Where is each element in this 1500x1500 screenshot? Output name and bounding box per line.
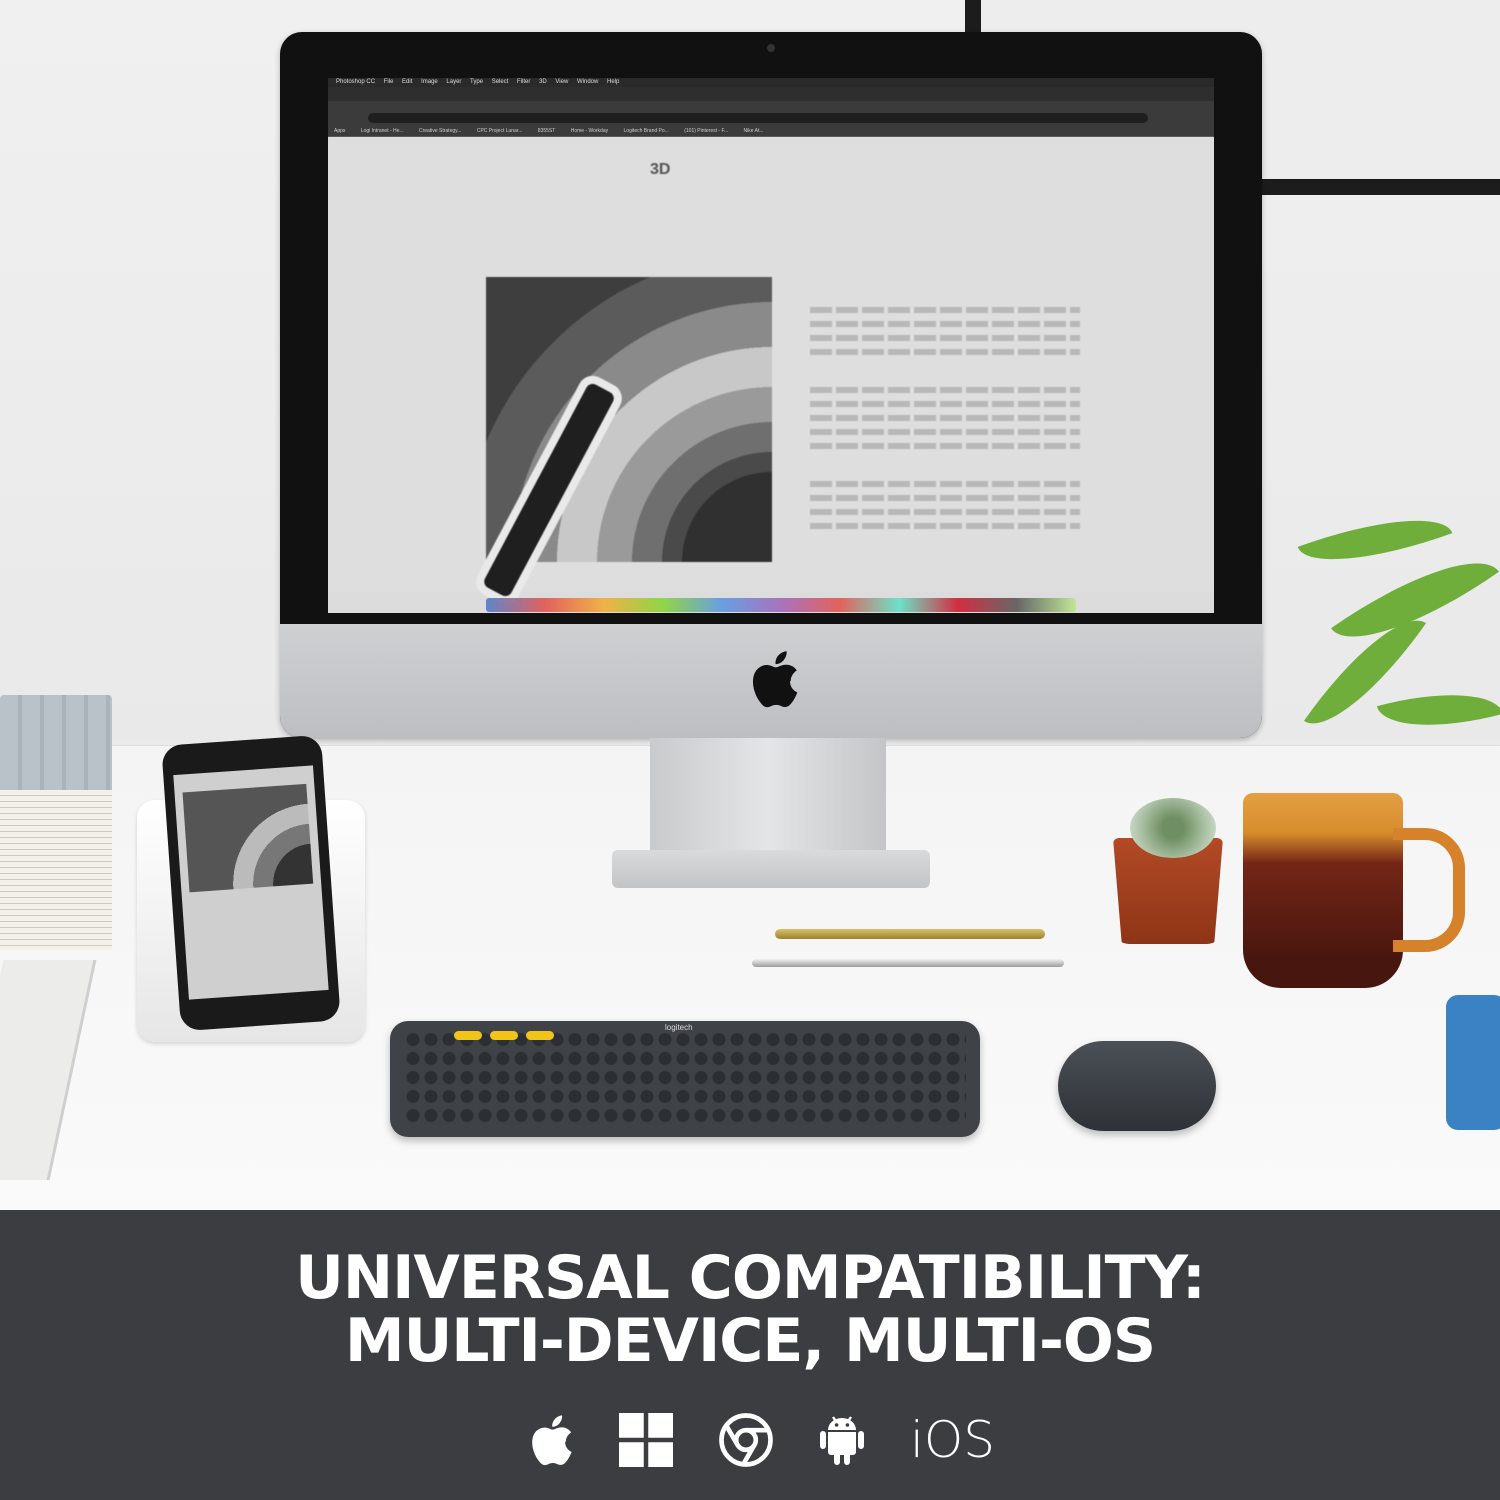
easy-switch-key	[526, 1031, 554, 1040]
browser-tabbar	[328, 87, 1214, 101]
bookmark: Logi Intranet - He...	[360, 128, 404, 134]
menubar-item: View	[555, 79, 569, 85]
phone-screen	[173, 765, 329, 1000]
windows-icon	[619, 1413, 674, 1467]
pencil-cup	[0, 695, 112, 805]
imac-stand	[650, 738, 886, 858]
menubar-item: Help	[607, 79, 620, 85]
text-line	[810, 509, 1080, 515]
smartphone	[161, 734, 341, 1032]
menubar-item: 3D	[539, 79, 547, 85]
smartwatch	[1446, 995, 1500, 1130]
menubar-item: Type	[470, 79, 484, 85]
menubar-item: Image	[421, 79, 438, 85]
page-heading: 3D	[650, 161, 671, 178]
text-line	[810, 335, 1080, 341]
glass-mug	[1243, 793, 1403, 988]
text-line	[810, 321, 1080, 327]
bookmark: Home - Workday	[570, 128, 609, 134]
text-line	[810, 415, 1080, 421]
bookmark: Nike At...	[743, 128, 764, 134]
text-line	[810, 443, 1080, 449]
bookmark: Logitech Brand Po...	[623, 128, 669, 134]
ballpoint-pen	[752, 959, 1064, 967]
bookmark: CPC Project Lunar...	[476, 128, 523, 134]
text-line	[810, 349, 1080, 355]
easy-switch-key	[454, 1031, 482, 1040]
headline-line-1: UNIVERSAL COMPATIBILITY:	[295, 1243, 1206, 1313]
easy-switch-key	[490, 1031, 518, 1040]
plant-leaf	[1376, 675, 1500, 745]
text-line	[810, 429, 1080, 435]
bookmark: (101) Pinterest - F...	[684, 128, 729, 134]
mac-dock	[486, 598, 1076, 612]
browser-urlbar	[368, 113, 1148, 123]
banner-headline: UNIVERSAL COMPATIBILITY: MULTI-DEVICE, M…	[0, 1247, 1500, 1373]
menubar-item: Select	[491, 79, 509, 85]
screen-menubar: Photoshop CC File Edit Image Layer Type …	[328, 78, 1214, 87]
android-icon	[819, 1416, 864, 1465]
text-line	[810, 495, 1080, 501]
imac-stand-foot	[612, 850, 930, 888]
phone-screen-image	[182, 783, 314, 893]
bookmark: Creative Strategy...	[419, 128, 462, 134]
web-page: 3D	[328, 137, 1214, 610]
hero-image	[470, 277, 772, 610]
menubar-item: File	[383, 79, 394, 85]
menubar-item: Window	[576, 79, 599, 85]
webcam	[767, 44, 775, 52]
fountain-pen	[775, 929, 1045, 939]
text-line	[810, 481, 1080, 487]
cactus	[1130, 798, 1216, 858]
text-line	[810, 401, 1080, 407]
browser-chrome: Apps Logi Intranet - He... Creative Stra…	[328, 87, 1214, 137]
text-line	[810, 523, 1080, 529]
hero-image-shape	[470, 370, 628, 610]
keyboard-keys	[404, 1030, 966, 1128]
keyboard-brand: logitech	[665, 1023, 693, 1032]
menubar-item: Photoshop CC	[336, 79, 376, 85]
bookmark: Apps	[334, 128, 346, 134]
headline-line-2: MULTI-DEVICE, MULTI-OS	[344, 1306, 1156, 1376]
chrome-icon	[718, 1413, 773, 1467]
bookmark: 8355ST	[537, 128, 556, 134]
text-line	[810, 307, 1080, 313]
menubar-item: Edit	[402, 79, 413, 85]
imac-monitor: Photoshop CC File Edit Image Layer Type …	[280, 32, 1262, 738]
wireless-mouse	[1058, 1041, 1216, 1131]
bluetooth-keyboard: logitech	[390, 1021, 980, 1137]
apple-icon	[532, 1415, 572, 1466]
card-stack	[0, 790, 112, 950]
ios-label: iOS	[910, 1411, 995, 1469]
apple-logo-icon	[752, 651, 798, 708]
mug-handle	[1393, 828, 1465, 952]
text-line	[810, 387, 1080, 393]
menubar-item: Layer	[446, 79, 462, 85]
os-icon-row: iOS	[525, 1408, 995, 1472]
monitor-screen: Photoshop CC File Edit Image Layer Type …	[328, 78, 1214, 613]
bookmarks-bar: Apps Logi Intranet - He... Creative Stra…	[328, 125, 1214, 137]
product-photo: Photoshop CC File Edit Image Layer Type …	[0, 0, 1500, 1210]
plant-leaf	[1297, 495, 1453, 585]
menubar-item: Filter	[517, 79, 531, 85]
